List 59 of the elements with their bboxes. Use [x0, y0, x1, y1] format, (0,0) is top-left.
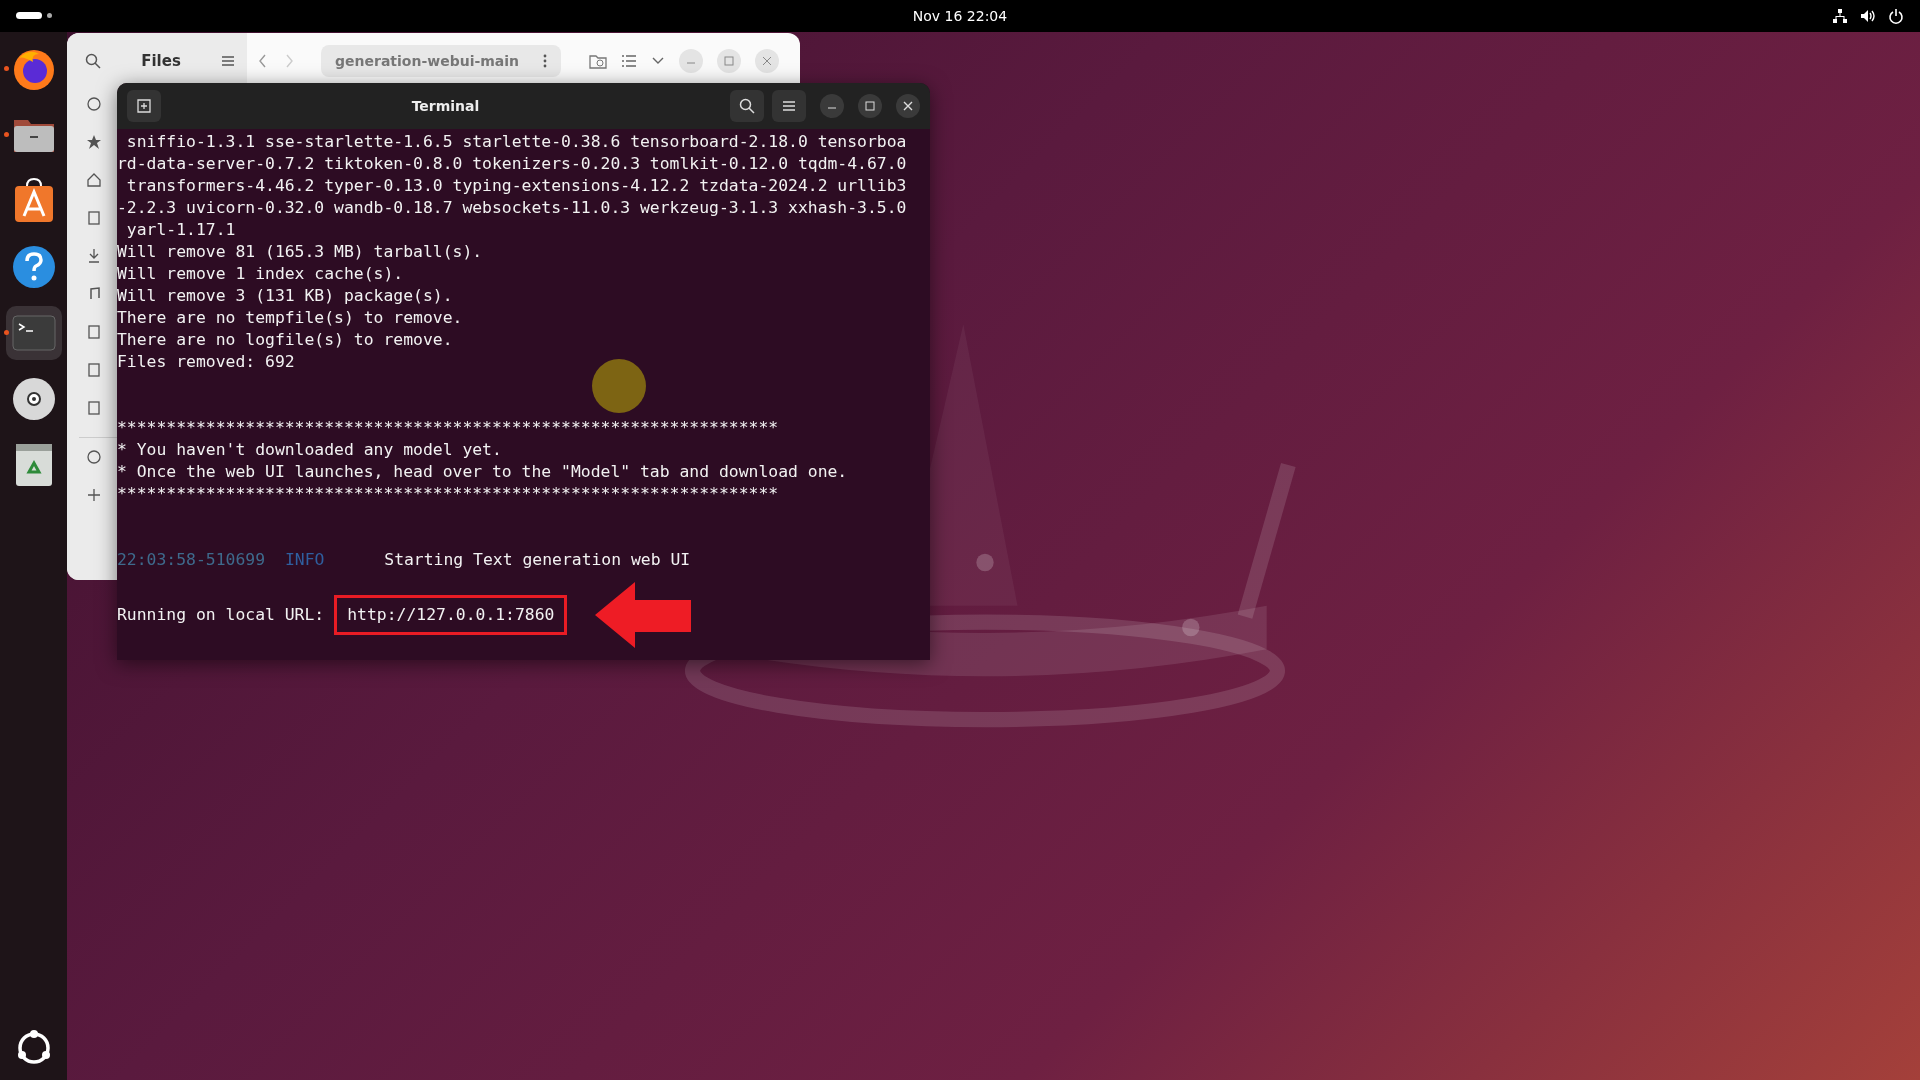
minimize-button[interactable] [820, 94, 844, 118]
log-message: Starting Text generation web UI [384, 550, 691, 569]
terminal-line: sniffio-1.3.1 sse-starlette-1.6.5 starlette-0.38.6 tensorboard-2.18.0 tensorboa [125, 131, 908, 153]
network-icon[interactable] [1832, 8, 1848, 24]
close-icon [762, 56, 773, 66]
terminal-line: * You haven't downloaded any model yet. [117, 439, 503, 461]
running-indicator [3, 132, 9, 137]
caret-icon[interactable] [651, 56, 666, 66]
log-timestamp: 22:03:58-510699 [117, 550, 266, 569]
terminal-line: Will remove 1 index cache(s). [117, 263, 405, 285]
clock-icon[interactable] [87, 97, 101, 111]
terminal-line: yarl-1.17.1 [125, 219, 237, 241]
running-indicator [3, 66, 9, 71]
new-tab-icon [137, 99, 151, 113]
search-icon [739, 98, 755, 114]
menu-button[interactable] [772, 90, 806, 122]
volume-icon[interactable] [1860, 8, 1876, 24]
maximize-icon [724, 56, 735, 66]
click-highlight [592, 359, 646, 413]
running-indicator [3, 330, 9, 335]
star-icon[interactable] [87, 135, 101, 149]
new-tab-button[interactable] [127, 90, 161, 122]
power-icon[interactable] [1888, 8, 1904, 24]
window-title: Files [141, 52, 181, 70]
plus-icon[interactable] [87, 488, 101, 502]
terminal-line: Will remove 3 (131 KB) package(s). [117, 285, 454, 307]
search-button[interactable] [730, 90, 764, 122]
terminal-line: rd-data-server-0.7.2 tiktoken-0.8.0 tokenizers-0.20.3 tomlkit-0.12.0 tqdm-4.67.0 [117, 153, 908, 175]
menu-icon [782, 99, 796, 113]
terminal-line: There are no tempfile(s) to remove. [117, 307, 464, 329]
terminal-line: There are no logfile(s) to remove. [117, 329, 454, 351]
list-view-icon[interactable] [621, 54, 638, 68]
download-icon[interactable] [87, 249, 101, 263]
location-bar[interactable]: generation-webui-main [321, 45, 562, 77]
disc-icon[interactable] [87, 450, 101, 464]
close-button[interactable] [896, 94, 920, 118]
maximize-icon [865, 101, 875, 111]
terminal-line: Will remove 81 (165.3 MB) tarball(s). [117, 241, 484, 263]
folder-search-icon[interactable] [589, 53, 608, 69]
local-url-link[interactable]: http://127.0.0.1:7860 [334, 595, 568, 635]
terminal-line: transformers-4.46.2 typer-0.13.0 typing-extensions-4.12.2 tzdata-2024.2 urllib3 [125, 175, 908, 197]
log-level: INFO [284, 550, 325, 569]
kebab-icon[interactable] [543, 54, 548, 68]
terminal-line: -2.2.3 uvicorn-0.32.0 wandb-0.18.7 websockets-11.0.3 werkzeug-3.1.3 xxhash-3.5.0 [117, 197, 908, 219]
maximize-button[interactable] [858, 94, 882, 118]
close-icon [903, 101, 913, 111]
help-icon[interactable] [10, 244, 57, 290]
clock[interactable]: Nov 16 22:04 [912, 8, 1008, 24]
terminal-line: * Once the web UI launches, head over to the "Model" tab and download one. [117, 461, 849, 483]
home-icon[interactable] [87, 173, 101, 187]
terminal-line: Running on local URL: [117, 604, 325, 626]
disc-icon[interactable] [10, 376, 57, 422]
menu-icon[interactable] [221, 54, 235, 68]
terminal-line: ******************************************************************* [117, 417, 780, 439]
terminal-line: Files removed: 692 [117, 351, 296, 373]
window-title: Terminal [410, 98, 481, 114]
search-icon[interactable] [85, 53, 101, 69]
terminal-line: ******************************************************************* [117, 483, 780, 505]
workspace-indicator-icon[interactable] [16, 12, 52, 19]
